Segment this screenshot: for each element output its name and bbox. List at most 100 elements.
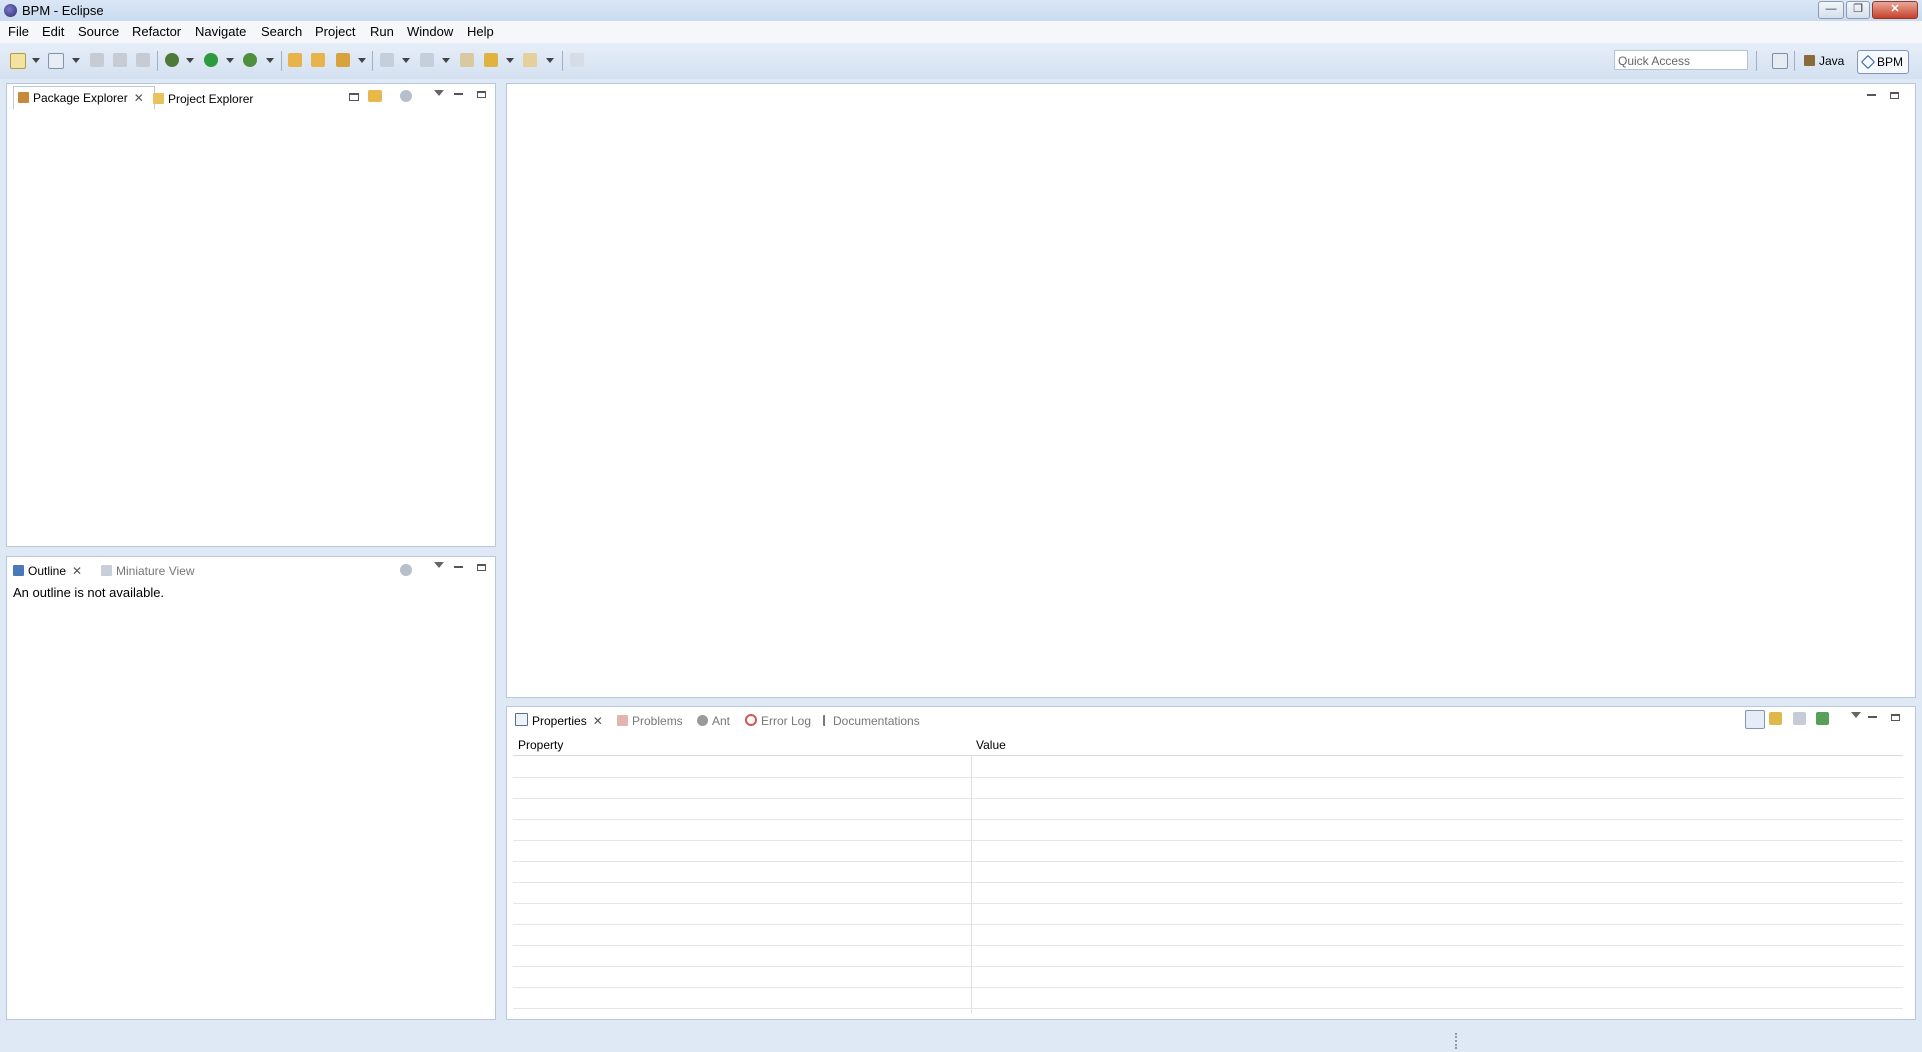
- outline-tabbar: Outline ✕ Miniature View: [7, 557, 495, 583]
- show-categories-icon[interactable]: [1745, 710, 1765, 729]
- last-edit-icon[interactable]: [460, 53, 474, 67]
- next-annotation-icon[interactable]: [380, 53, 394, 67]
- column-header-value[interactable]: Value: [976, 738, 1006, 752]
- minimize-view-icon[interactable]: [1868, 716, 1877, 718]
- view-menu-icon[interactable]: [434, 562, 444, 568]
- next-annotation-dropdown-icon[interactable]: [402, 58, 410, 63]
- tab-project-explorer[interactable]: Project Explorer: [153, 90, 253, 108]
- menu-source[interactable]: Source: [78, 24, 119, 39]
- tab-package-explorer[interactable]: Package Explorer ✕: [13, 86, 155, 109]
- explorer-panel: Package Explorer ✕ Project Explorer: [6, 83, 496, 547]
- tab-outline[interactable]: Outline ✕: [13, 562, 82, 580]
- bpm-perspective-icon: [1860, 54, 1876, 70]
- new-project-dropdown-icon[interactable]: [72, 58, 80, 63]
- table-row: [513, 882, 1903, 904]
- perspective-bpm-label: BPM: [1877, 55, 1904, 69]
- close-button[interactable]: ✕: [1872, 1, 1918, 19]
- tab-error-log[interactable]: Error Log: [745, 712, 811, 730]
- menu-search[interactable]: Search: [261, 24, 302, 39]
- menu-navigate[interactable]: Navigate: [195, 24, 246, 39]
- tab-properties[interactable]: Properties ✕: [515, 712, 603, 730]
- collapse-all-icon[interactable]: [349, 93, 359, 101]
- table-row: [513, 945, 1903, 967]
- toolbar-separator: [372, 51, 373, 71]
- eclipse-icon: [4, 4, 17, 17]
- external-tools-dropdown-icon[interactable]: [266, 58, 274, 63]
- new-project-icon[interactable]: [48, 53, 64, 69]
- properties-table-header: Property Value: [513, 735, 1903, 756]
- quick-access-input[interactable]: Quick Access: [1614, 50, 1748, 70]
- search-dropdown-icon[interactable]: [358, 58, 366, 63]
- outline-icon: [13, 565, 24, 576]
- open-perspective-icon[interactable]: [1772, 53, 1788, 69]
- table-row: [513, 777, 1903, 799]
- project-explorer-icon: [153, 93, 164, 104]
- debug-dropdown-icon[interactable]: [186, 58, 194, 63]
- new-dropdown-icon[interactable]: [32, 58, 40, 63]
- menu-file[interactable]: File: [8, 24, 29, 39]
- perspective-java[interactable]: Java: [1800, 50, 1848, 72]
- tab-miniature-view[interactable]: Miniature View: [101, 562, 194, 580]
- toolbar-separator: [1794, 51, 1795, 71]
- new-icon[interactable]: [10, 53, 26, 69]
- menu-edit[interactable]: Edit: [42, 24, 64, 39]
- print-icon[interactable]: [136, 53, 150, 67]
- back-dropdown-icon[interactable]: [506, 58, 514, 63]
- column-header-property[interactable]: Property: [518, 738, 563, 752]
- tab-properties-label: Properties: [532, 714, 587, 728]
- save-all-icon[interactable]: [113, 53, 127, 67]
- open-type-icon[interactable]: [288, 53, 302, 67]
- package-explorer-icon: [18, 92, 29, 103]
- table-row: [513, 756, 1903, 778]
- debug-icon[interactable]: [165, 53, 179, 67]
- back-icon[interactable]: [484, 53, 498, 67]
- status-bar: [0, 1030, 1922, 1052]
- close-icon[interactable]: ✕: [72, 562, 82, 580]
- restore-default-icon[interactable]: [1793, 712, 1806, 725]
- forward-icon[interactable]: [523, 53, 537, 67]
- view-menu-icon[interactable]: [434, 90, 444, 96]
- close-icon[interactable]: ✕: [134, 87, 144, 109]
- java-perspective-icon: [1804, 55, 1815, 66]
- focus-icon[interactable]: [400, 90, 412, 102]
- menu-window[interactable]: Window: [407, 24, 453, 39]
- open-resource-icon[interactable]: [311, 53, 325, 67]
- link-with-editor-icon[interactable]: [368, 90, 382, 102]
- tab-problems[interactable]: Problems: [617, 712, 683, 730]
- maximize-view-icon[interactable]: [1891, 714, 1900, 721]
- previous-annotation-dropdown-icon[interactable]: [442, 58, 450, 63]
- maximize-editor-icon[interactable]: [1890, 92, 1899, 99]
- perspective-bpm[interactable]: BPM: [1857, 50, 1910, 74]
- pin-editor-icon[interactable]: [570, 53, 584, 67]
- menu-refactor[interactable]: Refactor: [132, 24, 181, 39]
- save-icon[interactable]: [90, 53, 104, 67]
- menu-project[interactable]: Project: [315, 24, 355, 39]
- properties-icon: [515, 713, 528, 726]
- maximize-view-icon[interactable]: [477, 564, 486, 571]
- menu-help[interactable]: Help: [467, 24, 494, 39]
- maximize-view-icon[interactable]: [477, 91, 486, 98]
- run-icon[interactable]: [204, 53, 218, 67]
- tab-documentations[interactable]: Documentations: [823, 712, 920, 730]
- miniature-view-icon: [101, 565, 112, 576]
- tab-ant[interactable]: Ant: [697, 712, 730, 730]
- search-icon[interactable]: [336, 53, 350, 67]
- toolbar-separator: [281, 51, 282, 71]
- table-row: [513, 903, 1903, 925]
- external-tools-icon[interactable]: [243, 53, 257, 67]
- pin-properties-icon[interactable]: [1816, 712, 1829, 725]
- minimize-button[interactable]: —: [1818, 1, 1844, 19]
- view-menu-icon[interactable]: [1851, 712, 1861, 718]
- status-bar-grip[interactable]: [1455, 1033, 1459, 1049]
- show-advanced-icon[interactable]: [1769, 712, 1782, 725]
- run-dropdown-icon[interactable]: [226, 58, 234, 63]
- close-icon[interactable]: ✕: [593, 712, 603, 730]
- forward-dropdown-icon[interactable]: [546, 58, 554, 63]
- minimize-editor-icon[interactable]: [1867, 94, 1876, 96]
- minimize-view-icon[interactable]: [454, 566, 463, 568]
- restore-button[interactable]: ❐: [1846, 1, 1870, 19]
- focus-icon[interactable]: [400, 564, 412, 576]
- menu-run[interactable]: Run: [370, 24, 394, 39]
- minimize-view-icon[interactable]: [454, 93, 463, 95]
- previous-annotation-icon[interactable]: [420, 53, 434, 67]
